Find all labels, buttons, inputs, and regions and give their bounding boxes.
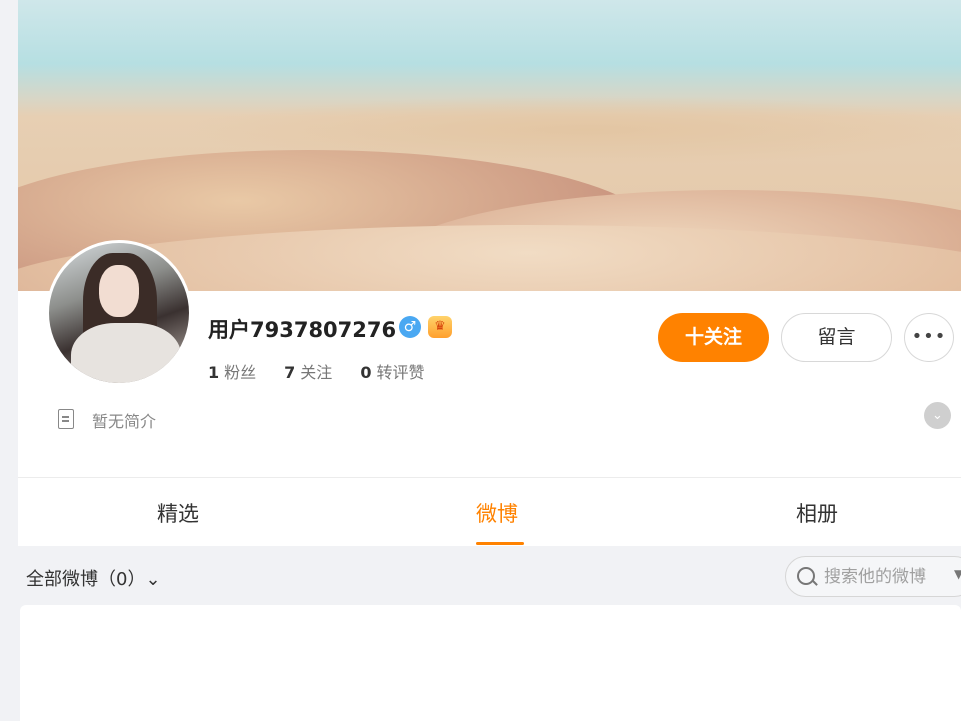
tab-album[interactable]: 相册 <box>796 498 838 528</box>
profile-tabs: 精选 微博 相册 <box>18 478 961 546</box>
avatar-shirt <box>71 323 181 383</box>
crown-vip-icon[interactable]: ♛ <box>428 316 452 338</box>
left-edge <box>0 0 8 721</box>
follow-button[interactable]: 十关注 <box>658 313 769 362</box>
profile-stats: 1 粉丝 7 关注 0 转评赞 <box>208 359 424 383</box>
chevron-down-icon[interactable]: ⌄ <box>924 402 951 429</box>
weibo-search-box: ▼ <box>785 556 961 597</box>
active-tab-indicator <box>476 542 524 545</box>
search-input[interactable] <box>824 565 944 589</box>
message-button[interactable]: 留言 <box>781 313 892 362</box>
username: 用户7937807276 <box>208 318 397 342</box>
all-weibo-filter-dropdown[interactable]: 全部微博（0）⌄ <box>26 565 161 591</box>
document-icon <box>58 409 74 429</box>
avatar-face <box>99 265 139 317</box>
more-options-button[interactable]: ••• <box>904 313 954 362</box>
stat-fans[interactable]: 1 粉丝 <box>208 359 256 383</box>
tab-featured[interactable]: 精选 <box>157 498 199 528</box>
stat-number: 1 <box>208 363 220 382</box>
stat-reposts-comments-likes[interactable]: 0 转评赞 <box>360 359 424 383</box>
profile-intro: 暂无简介 <box>92 412 157 431</box>
cover-image <box>18 0 961 291</box>
avatar[interactable] <box>46 240 192 386</box>
feed-empty-card <box>20 605 961 721</box>
stat-number: 0 <box>360 363 372 382</box>
stat-label: 粉丝 <box>224 363 257 382</box>
search-icon <box>797 567 815 585</box>
stat-number: 7 <box>284 363 296 382</box>
stat-label: 转评赞 <box>376 363 425 382</box>
tab-weibo[interactable]: 微博 <box>476 498 518 528</box>
stat-following[interactable]: 7 关注 <box>284 359 332 383</box>
profile-page: 用户7937807276 ♂ ♛ 1 粉丝 7 关注 0 转评赞 十关注 留言 •••… <box>0 0 961 721</box>
caret-down-icon[interactable]: ▼ <box>954 567 961 581</box>
male-gender-icon: ♂ <box>399 316 421 338</box>
stat-label: 关注 <box>300 363 333 382</box>
